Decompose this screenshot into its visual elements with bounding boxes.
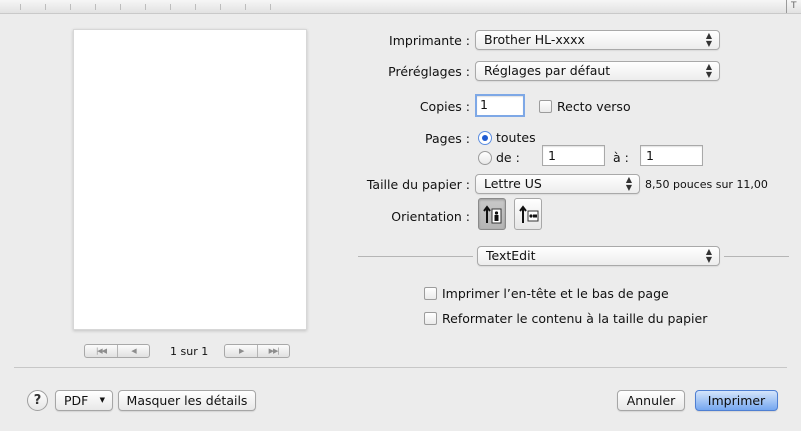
portrait-orientation-button[interactable] bbox=[478, 198, 506, 230]
portrait-orientation-icon bbox=[483, 205, 502, 224]
copies-label: Copies : bbox=[419, 99, 470, 114]
pages-to-value: 1 bbox=[646, 148, 654, 163]
print-button[interactable]: Imprimer bbox=[695, 390, 778, 411]
print-label: Imprimer bbox=[707, 393, 766, 408]
copies-field[interactable]: 1 bbox=[475, 94, 525, 117]
landscape-orientation-button[interactable] bbox=[514, 198, 542, 230]
pages-label: Pages : bbox=[425, 131, 470, 146]
first-page-icon[interactable]: |◀◀ bbox=[85, 345, 117, 357]
header-footer-label: Imprimer l’en-tête et le bas de page bbox=[442, 286, 669, 301]
paper-size-value: Lettre US bbox=[484, 176, 542, 191]
rewrap-label: Reformater le contenu à la taille du pap… bbox=[442, 311, 708, 326]
pages-to-label: à : bbox=[613, 150, 629, 165]
pages-to-field[interactable]: 1 bbox=[640, 145, 703, 166]
chevron-down-icon: ▼ bbox=[99, 396, 105, 404]
printer-value: Brother HL-xxxx bbox=[484, 32, 585, 47]
orientation-label: Orientation : bbox=[391, 209, 470, 224]
pages-all-radio[interactable] bbox=[478, 131, 492, 145]
ruler-strip: T bbox=[0, 0, 801, 14]
app-section-value: TextEdit bbox=[486, 248, 536, 263]
presets-popup[interactable]: Réglages par défaut ▲ ▼ bbox=[475, 61, 720, 81]
duplex-checkbox[interactable] bbox=[539, 100, 552, 113]
help-icon: ? bbox=[33, 393, 42, 408]
pages-from-field[interactable]: 1 bbox=[542, 145, 605, 166]
pdf-label: PDF bbox=[64, 393, 89, 408]
app-section-popup[interactable]: TextEdit ▲ ▼ bbox=[477, 246, 720, 266]
paper-size-label: Taille du papier : bbox=[366, 177, 470, 192]
landscape-orientation-icon bbox=[519, 205, 539, 223]
popup-arrows-icon: ▲ ▼ bbox=[705, 62, 712, 79]
section-divider-right bbox=[724, 256, 789, 257]
hide-details-button[interactable]: Masquer les détails bbox=[118, 390, 256, 411]
pages-from-value: 1 bbox=[548, 148, 556, 163]
last-page-icon[interactable]: ▶▶| bbox=[257, 345, 289, 357]
popup-arrows-icon: ▲ ▼ bbox=[705, 247, 712, 264]
duplex-label: Recto verso bbox=[557, 99, 631, 114]
pager-back-buttons: |◀◀ ◀ bbox=[84, 344, 150, 358]
previous-page-icon[interactable]: ◀ bbox=[117, 345, 149, 357]
paper-size-popup[interactable]: Lettre US ▲ ▼ bbox=[475, 174, 640, 194]
footer-divider bbox=[14, 367, 787, 368]
paper-dimensions: 8,50 pouces sur 11,00 bbox=[645, 178, 768, 191]
pdf-menu-button[interactable]: PDF ▼ bbox=[55, 390, 113, 411]
pager-forward-buttons: ▶ ▶▶| bbox=[224, 344, 291, 358]
cancel-button[interactable]: Annuler bbox=[617, 390, 685, 411]
printer-label: Imprimante : bbox=[389, 33, 470, 48]
ruler-corner-mark: T bbox=[791, 1, 797, 11]
pages-all-label: toutes bbox=[496, 130, 536, 145]
next-page-icon[interactable]: ▶ bbox=[225, 345, 257, 357]
cancel-label: Annuler bbox=[626, 393, 676, 408]
copies-value: 1 bbox=[480, 97, 488, 112]
presets-value: Réglages par défaut bbox=[484, 63, 611, 78]
popup-arrows-icon: ▲ ▼ bbox=[705, 31, 712, 48]
popup-arrows-icon: ▲ ▼ bbox=[625, 175, 632, 192]
presets-label: Préréglages : bbox=[388, 64, 470, 79]
rewrap-checkbox[interactable] bbox=[424, 312, 437, 325]
page-preview bbox=[73, 29, 307, 330]
pages-range-label: de : bbox=[496, 150, 520, 165]
printer-popup[interactable]: Brother HL-xxxx ▲ ▼ bbox=[475, 30, 720, 50]
preview-pager: |◀◀ ◀ 1 sur 1 ▶ ▶▶| bbox=[84, 343, 291, 359]
hide-details-label: Masquer les détails bbox=[126, 393, 248, 408]
pages-range-radio[interactable] bbox=[478, 151, 492, 165]
page-count: 1 sur 1 bbox=[170, 344, 209, 358]
help-button[interactable]: ? bbox=[27, 390, 48, 411]
section-divider-left bbox=[358, 256, 473, 257]
header-footer-checkbox[interactable] bbox=[424, 287, 437, 300]
